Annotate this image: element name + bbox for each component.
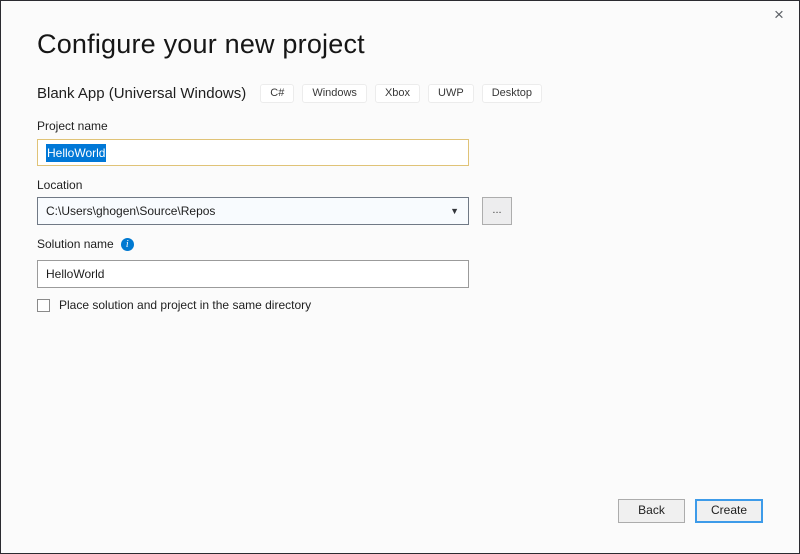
solution-name-input[interactable]: HelloWorld xyxy=(37,260,469,288)
template-name: Blank App (Universal Windows) xyxy=(37,85,246,102)
project-name-input[interactable]: HelloWorld xyxy=(37,139,469,166)
create-button[interactable]: Create xyxy=(695,499,763,523)
same-directory-label: Place solution and project in the same d… xyxy=(59,298,311,312)
same-directory-option[interactable]: Place solution and project in the same d… xyxy=(37,298,311,312)
project-name-label: Project name xyxy=(37,119,108,133)
back-button[interactable]: Back xyxy=(618,499,685,523)
configure-project-dialog: × Configure your new project Blank App (… xyxy=(0,0,800,554)
project-name-value: HelloWorld xyxy=(46,144,106,162)
close-icon[interactable]: × xyxy=(768,4,790,26)
tag-desktop: Desktop xyxy=(482,84,542,103)
solution-name-value: HelloWorld xyxy=(46,267,104,281)
info-icon[interactable]: i xyxy=(121,238,134,251)
tag-uwp: UWP xyxy=(428,84,474,103)
location-value: C:\Users\ghogen\Source\Repos xyxy=(46,204,450,218)
tag-windows: Windows xyxy=(302,84,367,103)
same-directory-checkbox[interactable] xyxy=(37,299,50,312)
solution-name-label: Solution name xyxy=(37,237,114,251)
chevron-down-icon[interactable]: ▼ xyxy=(450,207,460,216)
tag-xbox: Xbox xyxy=(375,84,420,103)
tag-csharp: C# xyxy=(260,84,294,103)
page-title: Configure your new project xyxy=(37,29,365,60)
solution-name-label-row: Solution name i xyxy=(37,237,134,251)
browse-button[interactable]: ... xyxy=(482,197,512,225)
location-combobox[interactable]: C:\Users\ghogen\Source\Repos ▼ xyxy=(37,197,469,225)
template-info-row: Blank App (Universal Windows) C# Windows… xyxy=(37,84,542,103)
location-label: Location xyxy=(37,178,82,192)
